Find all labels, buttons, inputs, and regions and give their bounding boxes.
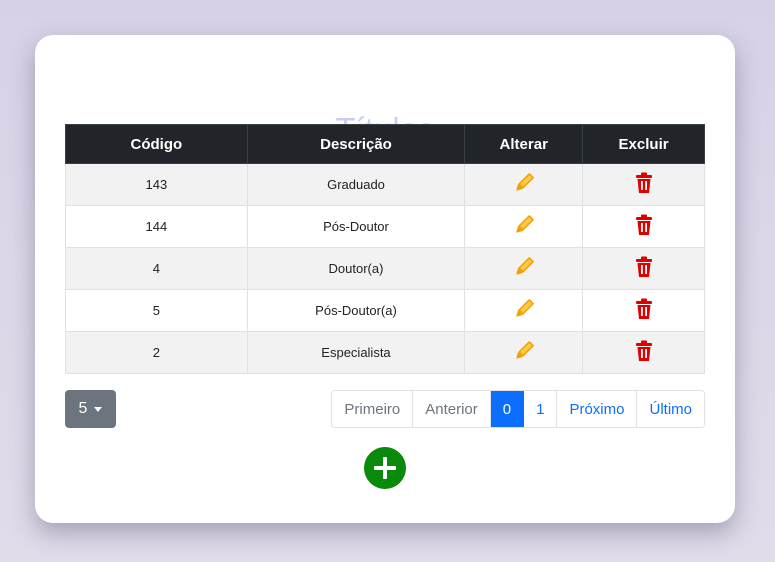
- cell-code: 4: [65, 247, 248, 290]
- table-row: 2 Especialista: [65, 331, 705, 374]
- cell-delete: [582, 289, 705, 332]
- pagination-next[interactable]: Próximo: [557, 391, 638, 427]
- cell-edit: [464, 205, 584, 248]
- trash-icon[interactable]: [632, 255, 656, 279]
- table-row: 143 Graduado: [65, 163, 705, 206]
- header-delete: Excluir: [582, 124, 705, 164]
- cell-description: Especialista: [246, 331, 466, 374]
- header-description: Descrição: [246, 124, 466, 164]
- table-row: 5 Pós-Doutor(a): [65, 289, 705, 332]
- pagination-last[interactable]: Último: [637, 391, 704, 427]
- cell-edit: [464, 289, 584, 332]
- cell-delete: [582, 331, 705, 374]
- cell-code: 143: [65, 163, 248, 206]
- pencil-icon[interactable]: [512, 339, 536, 363]
- table-header-row: Código Descrição Alterar Excluir: [65, 124, 705, 164]
- add-button[interactable]: [364, 447, 406, 489]
- cell-description: Doutor(a): [246, 247, 466, 290]
- page-size-value: 5: [78, 400, 88, 417]
- cell-description: Graduado: [246, 163, 466, 206]
- caret-down-icon: [94, 406, 103, 412]
- trash-icon[interactable]: [632, 339, 656, 363]
- cell-description: Pós-Doutor(a): [246, 289, 466, 332]
- table-row: 144 Pós-Doutor: [65, 205, 705, 248]
- cell-edit: [464, 331, 584, 374]
- cell-edit: [464, 163, 584, 206]
- cell-code: 144: [65, 205, 248, 248]
- pagination-first[interactable]: Primeiro: [332, 391, 414, 427]
- pagination: Primeiro Anterior 0 1 Próximo Último: [331, 390, 705, 428]
- cell-delete: [582, 205, 705, 248]
- trash-icon[interactable]: [632, 171, 656, 195]
- cell-code: 2: [65, 331, 248, 374]
- header-code: Código: [65, 124, 248, 164]
- titles-table: Código Descrição Alterar Excluir 143 Gra…: [65, 124, 705, 374]
- main-card: Títulos Código Descrição Alterar Excluir…: [35, 35, 735, 523]
- page-size-dropdown[interactable]: 5: [65, 390, 116, 428]
- pagination-page-1[interactable]: 1: [524, 391, 558, 427]
- trash-icon[interactable]: [632, 297, 656, 321]
- cell-delete: [582, 247, 705, 290]
- cell-delete: [582, 163, 705, 206]
- pencil-icon[interactable]: [512, 171, 536, 195]
- table-row: 4 Doutor(a): [65, 247, 705, 290]
- pagination-previous[interactable]: Anterior: [413, 391, 491, 427]
- pencil-icon[interactable]: [512, 213, 536, 237]
- header-edit: Alterar: [464, 124, 584, 164]
- pagination-page-0[interactable]: 0: [490, 391, 525, 427]
- pencil-icon[interactable]: [512, 255, 536, 279]
- cell-edit: [464, 247, 584, 290]
- pencil-icon[interactable]: [512, 297, 536, 321]
- cell-description: Pós-Doutor: [246, 205, 466, 248]
- plus-icon: [374, 457, 396, 479]
- trash-icon[interactable]: [632, 213, 656, 237]
- cell-code: 5: [65, 289, 248, 332]
